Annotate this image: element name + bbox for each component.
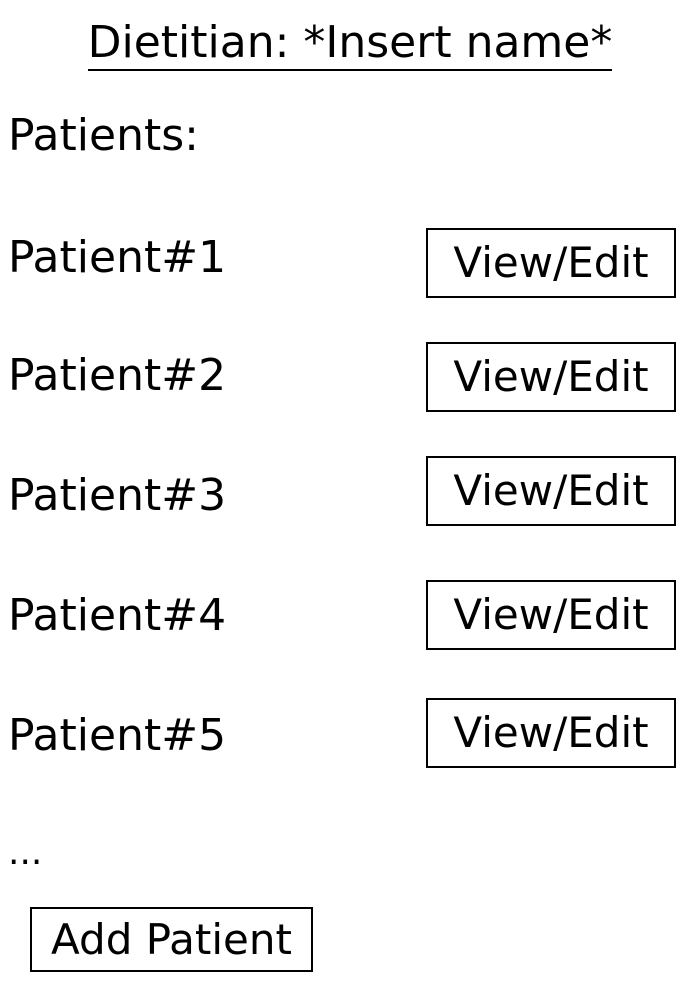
view-edit-button[interactable]: View/Edit: [426, 342, 676, 412]
view-edit-button[interactable]: View/Edit: [426, 580, 676, 650]
list-item: Patient#4 View/Edit: [0, 580, 700, 666]
view-edit-button[interactable]: View/Edit: [426, 228, 676, 298]
list-item: Patient#1 View/Edit: [0, 228, 700, 308]
patient-name: Patient#1: [8, 232, 227, 283]
patient-name: Patient#5: [8, 710, 227, 761]
patient-name: Patient#4: [8, 590, 227, 641]
list-item: Patient#3 View/Edit: [0, 456, 700, 546]
view-edit-button[interactable]: View/Edit: [426, 698, 676, 768]
patients-section-label: Patients:: [8, 110, 199, 161]
list-item: Patient#2 View/Edit: [0, 342, 700, 426]
list-item: Patient#5 View/Edit: [0, 698, 700, 786]
add-patient-button[interactable]: Add Patient: [30, 907, 313, 972]
view-edit-button[interactable]: View/Edit: [426, 456, 676, 526]
page-title-text: Dietitian: *Insert name*: [87, 17, 613, 71]
patient-name: Patient#3: [8, 470, 227, 521]
patient-name: Patient#2: [8, 350, 227, 401]
page-title: Dietitian: *Insert name*: [0, 14, 700, 72]
more-patients-indicator: ...: [8, 832, 43, 873]
